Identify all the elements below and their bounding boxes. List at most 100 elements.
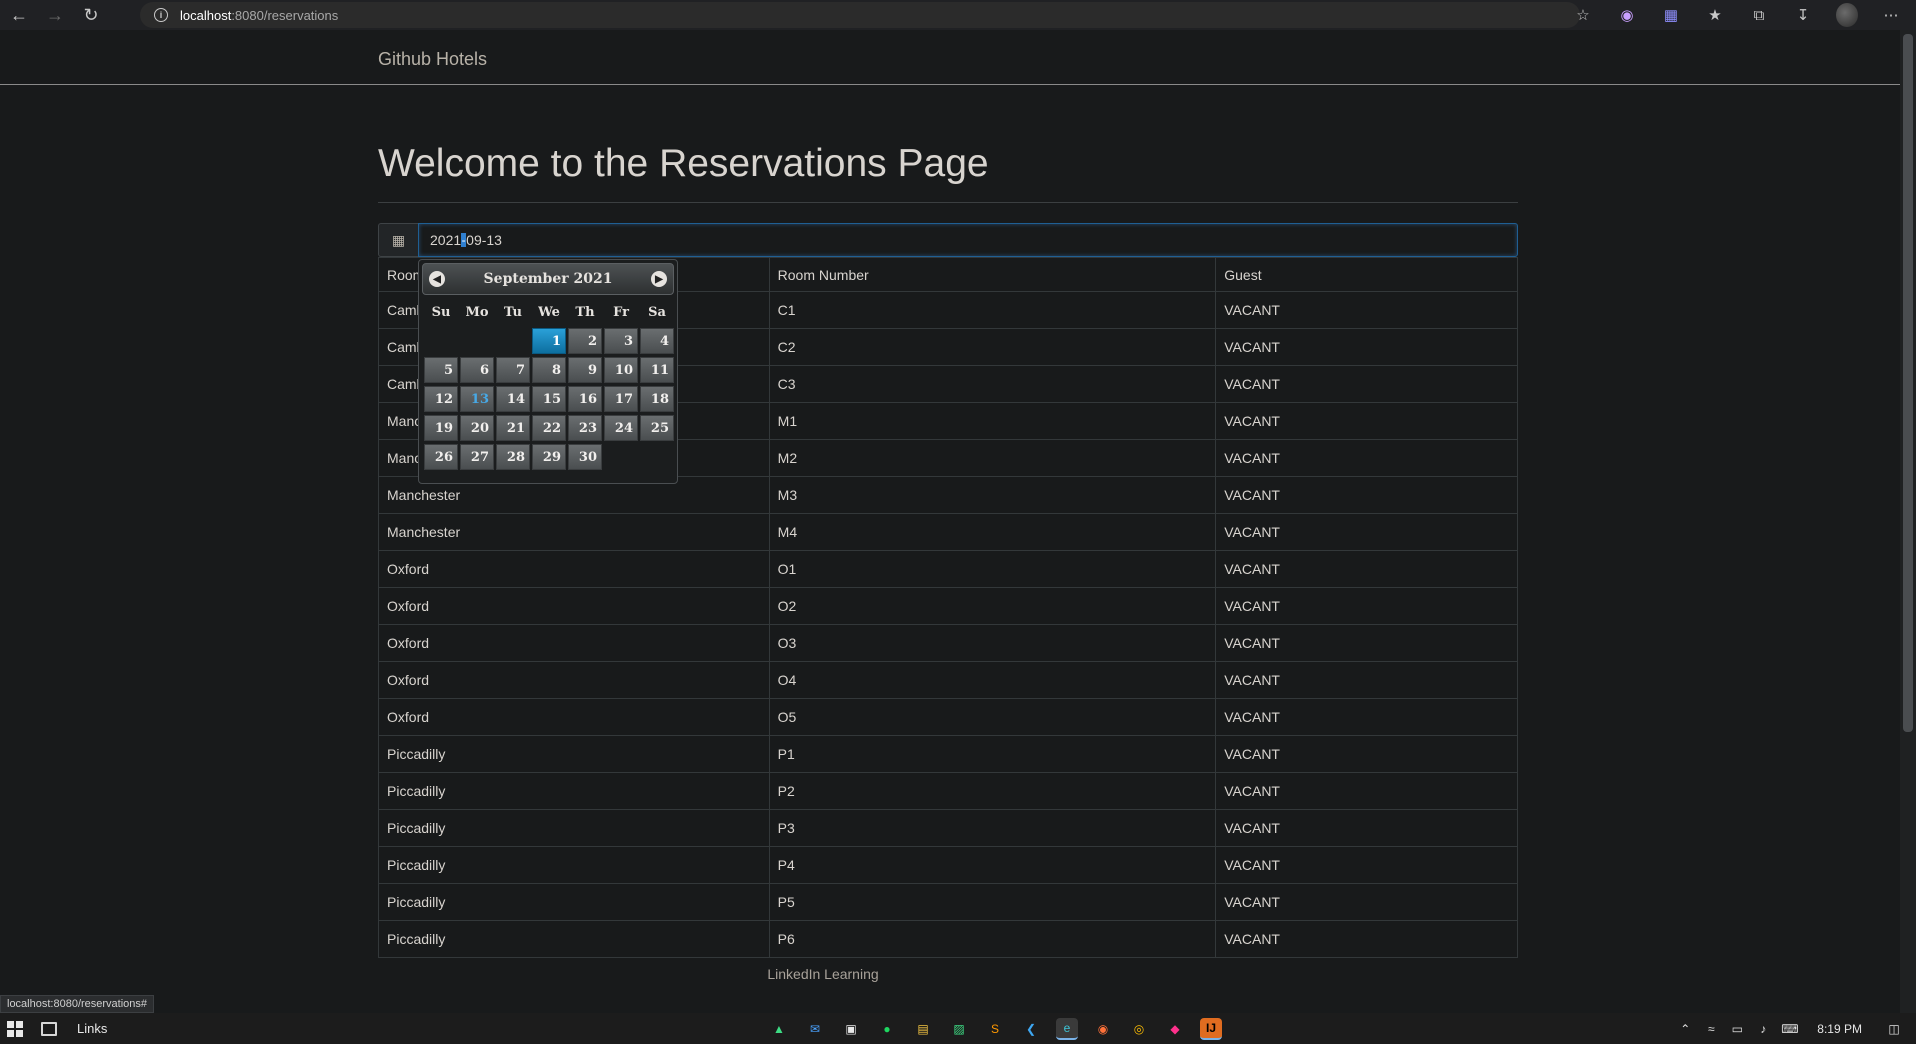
calendar-day[interactable]: 2 xyxy=(568,328,602,354)
store-icon[interactable]: ▣ xyxy=(840,1018,862,1040)
table-row: Piccadilly P3 VACANT xyxy=(378,809,1518,847)
task-view-icon[interactable] xyxy=(41,1021,57,1036)
cell-guest: VACANT xyxy=(1215,513,1518,551)
vscode-icon[interactable]: ❮ xyxy=(1020,1018,1042,1040)
add-favorite-icon[interactable]: ☆ xyxy=(1572,4,1594,26)
calendar-day[interactable]: 7 xyxy=(496,357,530,383)
calendar-day[interactable]: 1 xyxy=(532,328,566,354)
calendar-day[interactable]: 12 xyxy=(424,386,458,412)
status-url-tooltip: localhost:8080/reservations# xyxy=(0,995,155,1013)
calendar-day[interactable]: 29 xyxy=(532,444,566,470)
cell-room-number: M1 xyxy=(768,402,1217,440)
page-title: Welcome to the Reservations Page xyxy=(378,142,989,185)
volume-icon[interactable]: ♪ xyxy=(1755,1022,1771,1036)
spotify-icon[interactable]: ● xyxy=(876,1018,898,1040)
extension-icon[interactable]: ◉ xyxy=(1616,4,1638,26)
calendar-day[interactable]: 10 xyxy=(604,357,638,383)
calendar-day[interactable]: 4 xyxy=(640,328,674,354)
calendar-day[interactable]: 21 xyxy=(496,415,530,441)
wifi-icon[interactable]: ≈ xyxy=(1703,1022,1719,1036)
cell-room-name: Oxford xyxy=(378,624,770,662)
page-scrollbar[interactable] xyxy=(1900,30,1916,1013)
windows-start-icon[interactable] xyxy=(7,1020,23,1037)
android-studio-icon[interactable]: ▲ xyxy=(768,1018,790,1040)
collections-icon[interactable]: ⧉ xyxy=(1748,4,1770,26)
datepicker-calendar: Su Mo Tu We Th Fr Sa 1 2 3 4 5 6 7 8 9 10 11 12 13 14 15 16 17 1… xyxy=(422,299,674,470)
calendar-day[interactable]: 17 xyxy=(604,386,638,412)
keyboard-icon[interactable]: ⌨ xyxy=(1781,1022,1798,1036)
table-row: Oxford O3 VACANT xyxy=(378,624,1518,662)
chevron-left-icon[interactable]: ◀ xyxy=(429,271,445,287)
chevron-right-icon[interactable]: ▶ xyxy=(651,271,667,287)
calendar-day[interactable]: 16 xyxy=(568,386,602,412)
back-icon[interactable]: ← xyxy=(4,0,34,30)
calendar-day[interactable]: 11 xyxy=(640,357,674,383)
mail-icon[interactable]: ✉ xyxy=(804,1018,826,1040)
cell-room-number: O4 xyxy=(768,661,1217,699)
more-icon[interactable]: ⋯ xyxy=(1880,4,1902,26)
scrollbar-thumb[interactable] xyxy=(1903,34,1913,732)
cell-room-number: O5 xyxy=(768,698,1217,736)
cell-room-name: Oxford xyxy=(378,698,770,736)
calendar-day[interactable]: 15 xyxy=(532,386,566,412)
calendar-day[interactable]: 14 xyxy=(496,386,530,412)
downloads-icon[interactable]: ↧ xyxy=(1792,4,1814,26)
edge-icon[interactable]: e xyxy=(1056,1017,1078,1040)
calendar-day[interactable]: 3 xyxy=(604,328,638,354)
cell-room-name: Piccadilly xyxy=(378,846,770,884)
info-icon[interactable]: i xyxy=(154,8,168,22)
extension-icon-2[interactable]: ▦ xyxy=(1660,4,1682,26)
refresh-icon[interactable]: ↻ xyxy=(76,0,106,30)
address-bar[interactable]: i localhost:8080/reservations xyxy=(140,2,1580,28)
calendar-day[interactable]: 23 xyxy=(568,415,602,441)
chrome-icon[interactable]: ◎ xyxy=(1128,1018,1150,1040)
calendar-icon[interactable]: ▦ xyxy=(378,223,418,257)
favorites-icon[interactable]: ★ xyxy=(1704,4,1726,26)
calendar-day[interactable]: 5 xyxy=(424,357,458,383)
cell-room-number: O3 xyxy=(768,624,1217,662)
date-input-group: ▦ 2021-09-13 xyxy=(378,223,1518,257)
date-input[interactable]: 2021-09-13 xyxy=(418,223,1518,257)
calendar-day[interactable]: 24 xyxy=(604,415,638,441)
cell-room-name: Piccadilly xyxy=(378,920,770,958)
notifications-icon[interactable]: ◫ xyxy=(1886,1022,1902,1036)
calendar-empty-cell xyxy=(640,444,674,470)
profile-avatar[interactable] xyxy=(1836,3,1858,27)
brand-link[interactable]: Github Hotels xyxy=(378,49,487,70)
cell-guest: VACANT xyxy=(1215,587,1518,625)
intellij-icon[interactable]: IJ xyxy=(1200,1017,1222,1040)
forward-icon[interactable]: → xyxy=(40,0,70,30)
calendar-day[interactable]: 19 xyxy=(424,415,458,441)
sublime-icon[interactable]: S xyxy=(984,1018,1006,1040)
calendar-day[interactable]: 28 xyxy=(496,444,530,470)
firefox-icon[interactable]: ◉ xyxy=(1092,1018,1114,1040)
calendar-day[interactable]: 20 xyxy=(460,415,494,441)
calendar-day[interactable]: 27 xyxy=(460,444,494,470)
calendar-empty-cell xyxy=(604,444,638,470)
cell-room-number: P6 xyxy=(768,920,1217,958)
calendar-day[interactable]: 6 xyxy=(460,357,494,383)
table-row: Piccadilly P5 VACANT xyxy=(378,883,1518,921)
calendar-day[interactable]: 13 xyxy=(460,386,494,412)
calendar-day[interactable]: 30 xyxy=(568,444,602,470)
calendar-day[interactable]: 18 xyxy=(640,386,674,412)
calendar-empty-cell xyxy=(496,328,530,354)
cell-guest: VACANT xyxy=(1215,291,1518,329)
cell-room-number: P4 xyxy=(768,846,1217,884)
file-explorer-icon[interactable]: ▤ xyxy=(912,1018,934,1040)
cell-guest: VACANT xyxy=(1215,698,1518,736)
jetbrains-toolbox-icon[interactable]: ◆ xyxy=(1164,1018,1186,1040)
battery-icon[interactable]: ▭ xyxy=(1729,1022,1745,1036)
cell-guest: VACANT xyxy=(1215,439,1518,477)
taskbar-links-toolbar[interactable]: Links xyxy=(77,1021,107,1036)
table-row: Manchester M4 VACANT xyxy=(378,513,1518,551)
calendar-day[interactable]: 22 xyxy=(532,415,566,441)
day-of-week-label: Sa xyxy=(648,304,666,320)
terminal-icon[interactable]: ▨ xyxy=(948,1018,970,1040)
clock[interactable]: 8:19 PM xyxy=(1817,1022,1862,1036)
calendar-day[interactable]: 9 xyxy=(568,357,602,383)
calendar-day[interactable]: 26 xyxy=(424,444,458,470)
calendar-day[interactable]: 25 xyxy=(640,415,674,441)
calendar-day[interactable]: 8 xyxy=(532,357,566,383)
chevron-up-icon[interactable]: ⌃ xyxy=(1677,1022,1693,1036)
